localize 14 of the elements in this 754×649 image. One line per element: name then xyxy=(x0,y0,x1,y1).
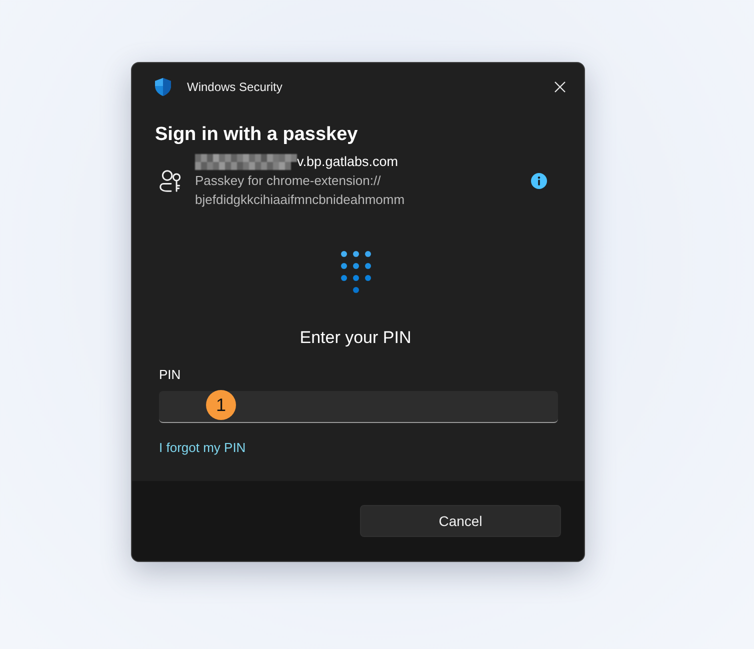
passkey-description: Passkey for chrome-extension:// bjefdidgkkcihiaaifmncbnideahmomm xyxy=(195,172,406,209)
keypad-icon xyxy=(340,251,370,293)
pin-input-field[interactable] xyxy=(159,391,558,423)
info-icon[interactable] xyxy=(531,172,547,188)
person-key-icon xyxy=(159,168,183,192)
account-name: v.bp.gatlabs.com xyxy=(297,154,398,169)
shield-icon xyxy=(155,78,171,96)
pin-prompt: Enter your PIN xyxy=(298,327,412,349)
dialog-heading: Sign in with a passkey xyxy=(155,123,359,147)
cancel-button[interactable]: Cancel xyxy=(360,505,561,537)
window-title: Windows Security xyxy=(187,80,284,94)
close-icon xyxy=(554,80,566,92)
forgot-pin-link[interactable]: I forgot my PIN xyxy=(159,439,246,457)
pin-label: PIN xyxy=(159,366,181,384)
